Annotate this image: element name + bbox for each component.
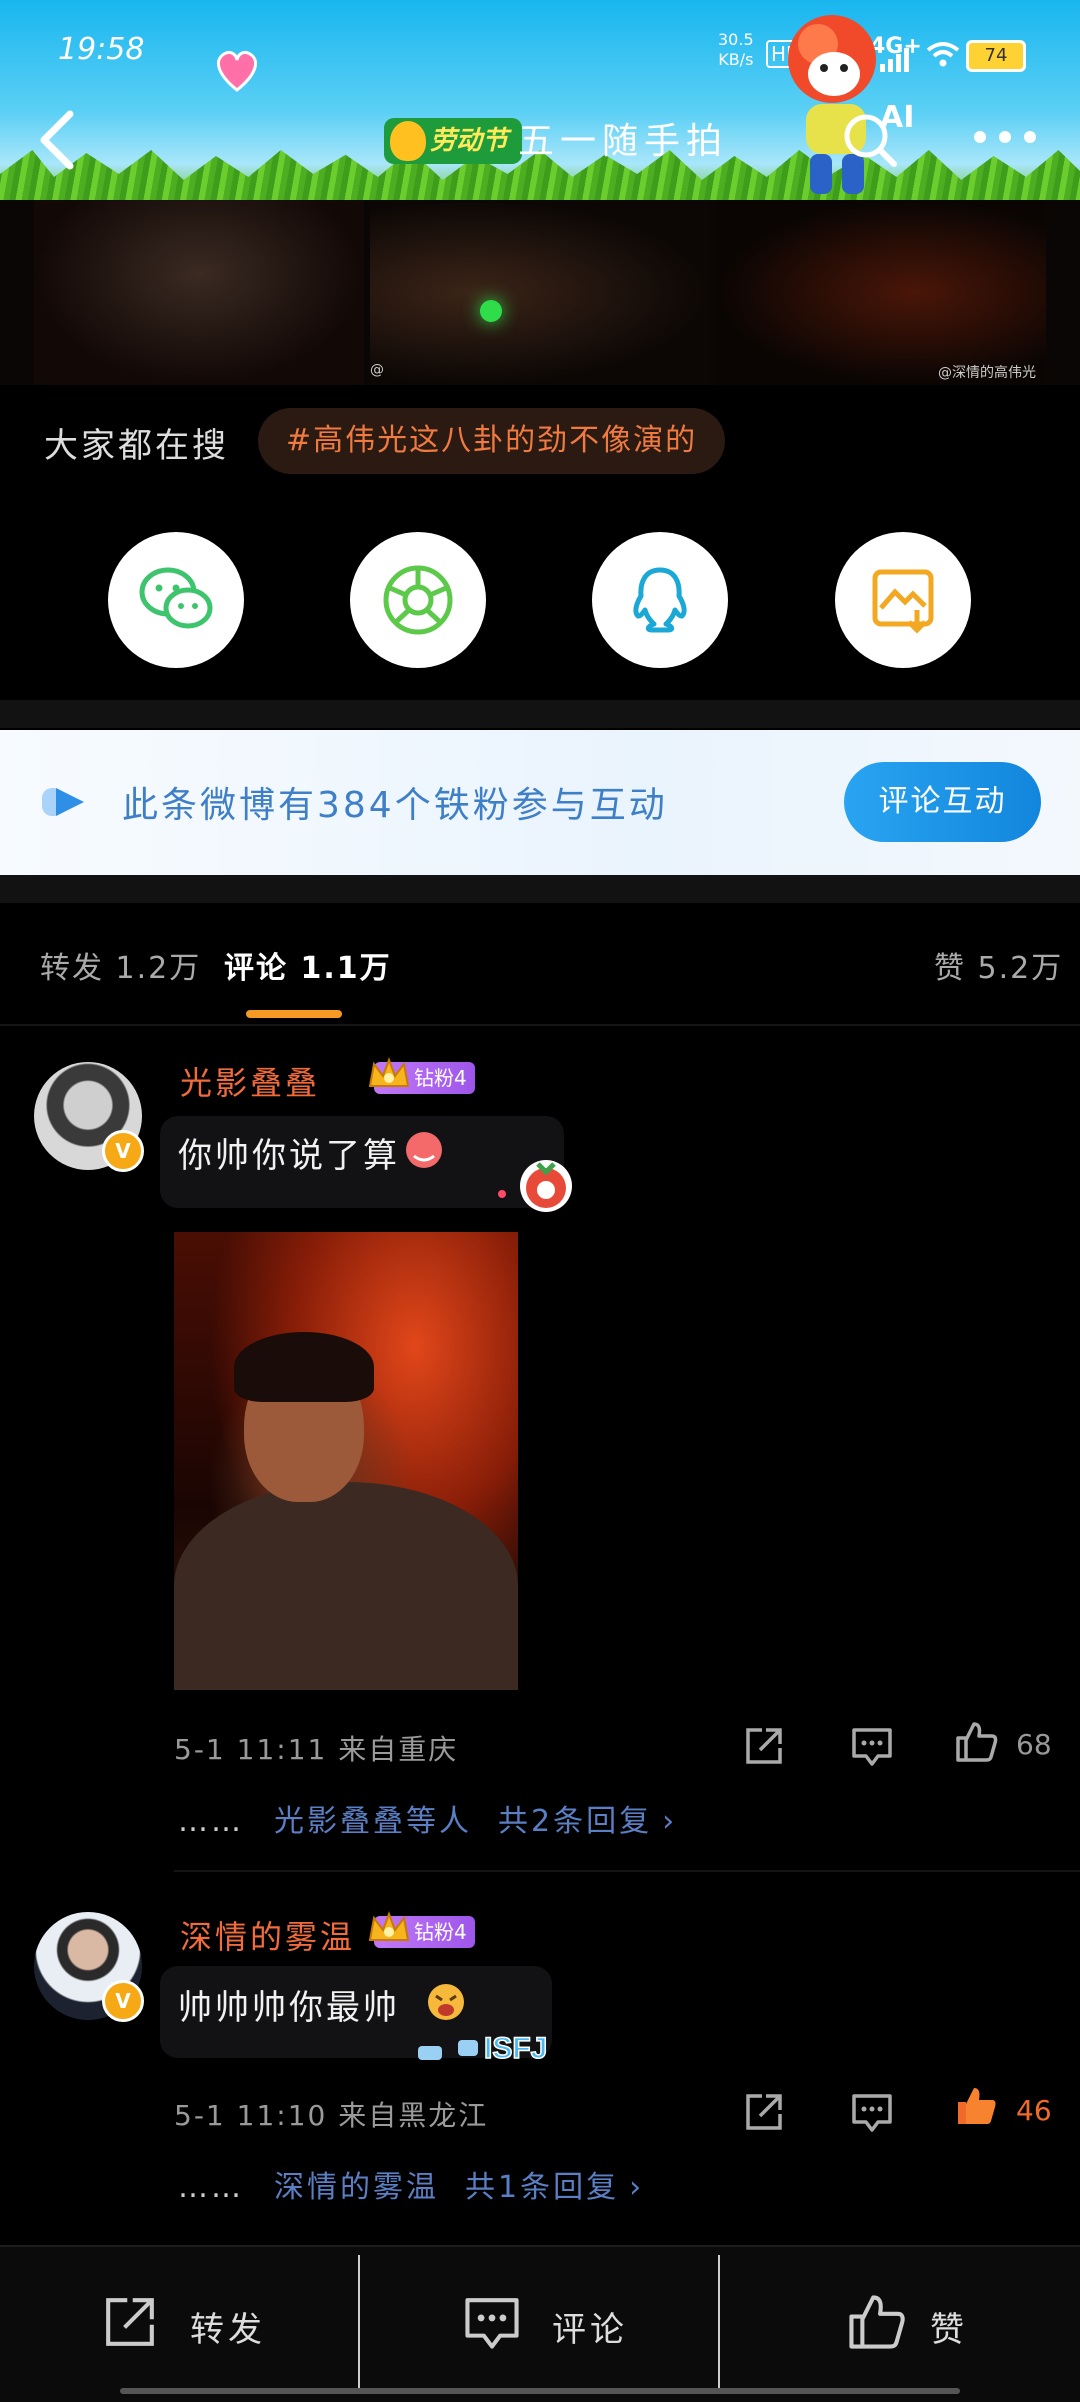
comment-interact-button[interactable]: 评论互动 [844,762,1041,842]
wifi-icon [926,42,960,67]
hot-topic-chip[interactable]: #高伟光这八卦的劲不像演的 [258,408,726,474]
tomato-sticker-icon [498,1160,572,1212]
comment-image[interactable] [174,1232,518,1690]
trending-search-label: 大家都在搜 [44,426,229,466]
tab-comment[interactable]: 评论 1.1万 [224,943,392,987]
save-image-button[interactable] [835,532,971,668]
comment-meta: 5-1 11:10 来自黑龙江 [174,2099,489,2132]
reply-ellipsis: …… [178,2170,244,2205]
avatar[interactable]: V [34,1912,144,2022]
svg-text:ISFJ: ISFJ [484,2032,547,2065]
tab-active-indicator [246,1010,342,1018]
comment-divider [174,1870,1080,1872]
like-button[interactable]: 赞 [846,2292,1006,2352]
like-count: 68 [1016,1728,1052,1761]
repost-button[interactable]: 转发 [100,2292,320,2352]
comment-username[interactable]: 光影叠叠 [180,1058,320,1104]
share-wechat-button[interactable] [108,532,244,668]
post-image-strip: @ @深情的高伟光 [0,200,1080,385]
repost-label: 转发 [190,2310,266,2350]
comment-icon [465,2298,519,2349]
share-icon[interactable] [742,1724,786,1768]
view-replies-link[interactable]: …… 光影叠叠等人 共2条回复 › [178,1796,677,1840]
reply-count: 共1条回复 [465,2170,620,2205]
sticker-icon: ISFJ [418,2031,548,2066]
section-divider [0,700,1080,728]
battery-indicator: 74 [966,40,1026,72]
share-qq-button[interactable] [592,532,728,668]
image-watermark: @深情的高伟光 [938,365,1036,381]
post-image[interactable]: @深情的高伟光 [716,200,1046,385]
network-speed: 30.5 KB/s [718,30,754,69]
post-image[interactable] [34,200,364,385]
wechat-icon [139,567,213,629]
post-image[interactable]: @ [370,200,710,385]
light-spot [480,300,502,322]
reply-icon[interactable] [850,2090,894,2134]
section-divider [0,875,1080,903]
comment-text: 帅帅帅你最帅 [178,1988,400,2028]
share-icon[interactable] [742,2090,786,2134]
heart-sticker-icon [216,50,258,92]
like-icon[interactable] [954,1720,998,1764]
liked-icon[interactable] [954,2084,998,2128]
ai-label: AI [880,100,915,135]
bar-divider [718,2255,720,2393]
reply-count: 共2条回复 [498,1804,653,1839]
comment-button[interactable]: 评论 [462,2292,682,2352]
like-label: 赞 [930,2310,968,2350]
repost-icon [106,2298,154,2346]
view-replies-link[interactable]: …… 深情的雾温 共1条回复 › [178,2162,644,2206]
gesture-navigation-bar[interactable] [120,2388,960,2394]
tab-divider [0,1024,1080,1026]
back-button[interactable] [30,100,90,170]
reply-icon[interactable] [850,1724,894,1768]
reply-ellipsis: …… [178,1804,244,1839]
more-options-button[interactable] [970,122,1040,152]
chevron-right-icon [42,788,84,816]
tab-repost[interactable]: 转发 1.2万 [40,943,201,987]
fans-interaction-text: 此条微博有384个铁粉参与互动 [122,785,668,826]
comment-meta: 5-1 11:11 来自重庆 [174,1733,459,1766]
photo-subject [234,1332,374,1402]
fan-level-badge: 钻粉4 [368,1911,475,1948]
crown-icon [368,1057,410,1087]
tab-like[interactable]: 赞 5.2万 [934,943,1063,987]
comment-username[interactable]: 深情的雾温 [180,1912,355,1958]
chevron-right-icon: › [662,1804,678,1839]
comment-text: 你帅你说了算 [178,1136,400,1176]
reply-users: 光影叠叠等人 [274,1804,472,1839]
microphone-icon [390,121,426,161]
emoji-icon [406,1132,442,1168]
comment-label: 评论 [552,2310,628,2350]
fan-level-badge: 钻粉4 [368,1057,475,1094]
reply-users: 深情的雾温 [274,2170,439,2205]
qq-icon [633,567,687,633]
verified-badge-icon: V [102,1130,144,1172]
chevron-right-icon: › [629,2170,645,2205]
status-time: 19:58 [58,32,145,67]
bar-divider [358,2255,360,2393]
moments-icon [383,565,453,635]
photo-subject [174,1482,518,1690]
crown-icon [368,1911,410,1941]
save-image-icon [872,569,934,634]
like-icon [849,2295,905,2349]
share-moments-button[interactable] [350,532,486,668]
page-title: 五一随手拍 [518,121,729,162]
image-watermark: @ [370,362,384,378]
holiday-badge: 劳动节 [384,118,523,164]
like-count: 46 [1016,2094,1052,2127]
avatar[interactable]: V [34,1062,144,1172]
verified-badge-icon: V [102,1980,144,2022]
